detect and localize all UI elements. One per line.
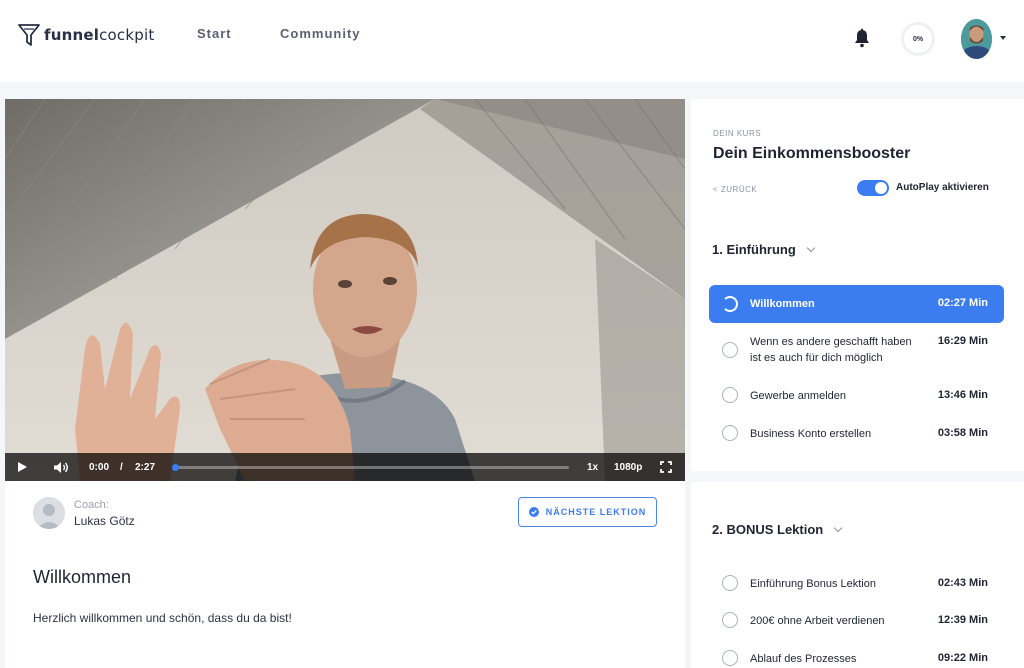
lesson-item[interactable]: Business Konto erstellen 03:58 Min — [709, 422, 1004, 446]
circle-icon — [722, 612, 738, 628]
next-lesson-label: NÄCHSTE LEKTION — [545, 507, 647, 517]
lesson-name: Gewerbe anmelden — [750, 390, 847, 402]
course-progress-indicator: 0% — [901, 22, 935, 56]
lesson-item[interactable]: 200€ ohne Arbeit verdienen 12:39 Min — [709, 609, 1004, 633]
quality-selector[interactable]: 1080p — [614, 453, 642, 481]
video-controls: 0:00 / 2:27 1x 1080p — [5, 453, 685, 481]
lesson-item[interactable]: Ablauf des Prozesses 09:22 Min — [709, 647, 1004, 668]
current-time: 0:00 — [89, 461, 110, 473]
circle-icon — [722, 575, 738, 591]
lesson-duration: 13:46 Min — [937, 389, 988, 401]
coach-label: Coach: — [74, 499, 109, 511]
video-frame — [5, 99, 685, 481]
lesson-duration: 16:29 Min — [937, 335, 988, 347]
lesson-content: Coach: Lukas Götz NÄCHSTE LEKTION Willko… — [5, 481, 685, 668]
lesson-description: Herzlich willkommen und schön, dass du d… — [33, 611, 292, 625]
loading-circle-icon — [722, 296, 738, 312]
course-kicker: DEIN KURS — [713, 129, 762, 138]
chevron-down-icon — [806, 243, 816, 253]
section-title: 2. BONUS Lektion — [712, 522, 824, 537]
lesson-title: Willkommen — [33, 567, 132, 587]
fullscreen-icon[interactable] — [660, 453, 672, 481]
section-header-einfuehrung[interactable]: 1. Einführung — [712, 242, 816, 257]
nav-start[interactable]: Start — [197, 26, 232, 41]
video-player[interactable]: 0:00 / 2:27 1x 1080p — [5, 99, 685, 481]
autoplay-toggle[interactable] — [857, 180, 889, 196]
check-circle-icon — [528, 507, 539, 517]
funnel-icon — [18, 24, 40, 46]
video-duration: 2:27 — [135, 461, 156, 473]
course-sidebar: DEIN KURS Dein Einkommensbooster < ZURÜC… — [691, 99, 1024, 668]
lesson-name: Willkommen — [750, 298, 815, 310]
lesson-item[interactable]: Willkommen 02:27 Min — [709, 285, 1004, 323]
chevron-down-icon[interactable] — [1000, 36, 1006, 40]
course-title: Dein Einkommensbooster — [713, 145, 911, 162]
next-lesson-button[interactable]: NÄCHSTE LEKTION — [518, 497, 657, 527]
chevron-down-icon — [834, 523, 843, 533]
brand-name: funnelcockpit — [44, 26, 155, 44]
section-divider — [691, 471, 1024, 482]
nav-community[interactable]: Community — [280, 26, 361, 41]
time-separator: / — [120, 461, 123, 473]
lesson-item[interactable]: Einführung Bonus Lektion 02:43 Min — [709, 572, 1004, 596]
toggle-knob — [875, 182, 887, 194]
circle-icon — [722, 342, 738, 358]
lesson-name: Einführung Bonus Lektion — [750, 578, 876, 590]
back-link[interactable]: < ZURÜCK — [713, 185, 757, 194]
volume-icon[interactable] — [53, 453, 69, 481]
lesson-item[interactable]: Gewerbe anmelden 13:46 Min — [709, 384, 1004, 408]
lesson-duration: 12:39 Min — [937, 614, 988, 626]
top-header: funnelcockpit Start Community 0% — [0, 0, 1024, 82]
lesson-name: Ablauf des Prozesses — [750, 653, 857, 665]
lesson-item[interactable]: Wenn es andere geschafft haben ist es au… — [709, 331, 1004, 373]
section-title: 1. Einführung — [712, 242, 796, 257]
lesson-name-line2: ist es auch für dich möglich — [750, 352, 883, 364]
lesson-duration: 02:43 Min — [937, 577, 988, 589]
bell-icon[interactable] — [853, 28, 871, 48]
lesson-duration: 02:27 Min — [937, 297, 988, 309]
lesson-name: 200€ ohne Arbeit verdienen — [750, 615, 885, 627]
progress-percent: 0% — [912, 35, 924, 43]
play-icon[interactable] — [17, 453, 28, 481]
lesson-duration: 09:22 Min — [937, 652, 988, 664]
coach-name: Lukas Götz — [74, 514, 135, 528]
autoplay-label: AutoPlay aktivieren — [896, 182, 989, 193]
brand-logo[interactable]: funnelcockpit — [18, 22, 154, 48]
circle-icon — [722, 425, 738, 441]
seek-bar[interactable] — [172, 464, 569, 471]
coach-avatar — [33, 497, 65, 529]
playback-speed[interactable]: 1x — [587, 453, 598, 481]
user-avatar[interactable] — [961, 19, 992, 59]
lesson-duration: 03:58 Min — [937, 427, 988, 439]
lesson-name-line1: Wenn es andere geschafft haben — [750, 336, 912, 348]
section-header-bonus[interactable]: 2. BONUS Lektion — [712, 522, 843, 537]
seek-handle[interactable] — [172, 464, 179, 471]
circle-icon — [722, 650, 738, 666]
circle-icon — [722, 387, 738, 403]
lesson-name: Business Konto erstellen — [750, 428, 872, 440]
